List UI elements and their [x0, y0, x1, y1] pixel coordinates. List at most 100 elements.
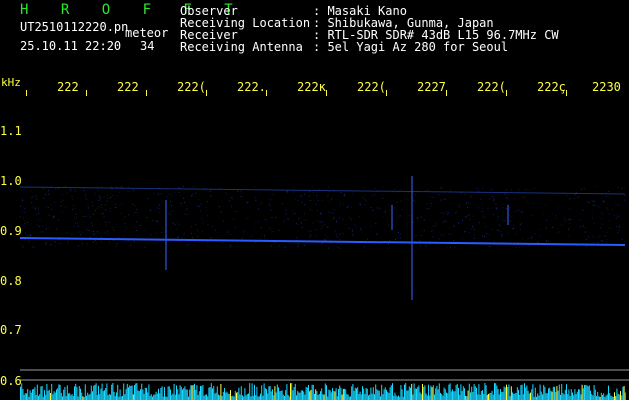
amplitude-bar [573, 395, 575, 400]
amplitude-bar [161, 386, 163, 400]
amplitude-bar [101, 383, 103, 400]
noise-speck [424, 244, 426, 246]
noise-speck [74, 218, 76, 220]
noise-speck [492, 196, 494, 197]
noise-speck [497, 219, 499, 221]
noise-speck [321, 244, 323, 245]
noise-speck [377, 207, 379, 209]
noise-speck [34, 208, 36, 210]
noise-speck [424, 230, 426, 232]
amplitude-bar [197, 395, 199, 400]
noise-speck [594, 186, 596, 188]
noise-speck [92, 241, 94, 243]
amplitude-bar [135, 383, 137, 400]
amplitude-bar [93, 385, 95, 400]
noise-speck [54, 201, 56, 203]
noise-speck [359, 203, 361, 205]
amplitude-bar [281, 390, 283, 400]
noise-speck [363, 246, 365, 248]
noise-speck [315, 229, 317, 231]
amplitude-bar [190, 385, 192, 400]
noise-speck [123, 241, 125, 242]
noise-speck [586, 201, 588, 203]
noise-speck [190, 226, 192, 228]
noise-speck [102, 213, 104, 215]
amplitude-bar [480, 391, 482, 400]
amplitude-bar [172, 393, 174, 400]
amplitude-bar [464, 388, 465, 400]
noise-speck [298, 218, 300, 219]
amplitude-bar [171, 395, 173, 400]
noise-speck [528, 245, 530, 247]
amplitude-bar [419, 392, 421, 400]
amplitude-bar [226, 391, 228, 400]
noise-speck [89, 216, 91, 218]
noise-speck [159, 211, 161, 213]
amplitude-bar [46, 384, 48, 400]
amplitude-bar [236, 392, 237, 400]
noise-speck [297, 200, 299, 202]
noise-speck [443, 213, 445, 214]
amplitude-bar [543, 384, 545, 400]
noise-speck [316, 235, 317, 237]
amplitude-bar [282, 394, 284, 400]
noise-speck [47, 190, 49, 192]
noise-speck [600, 217, 602, 219]
noise-speck [534, 187, 536, 189]
noise-speck [70, 189, 72, 191]
amplitude-bar [225, 392, 227, 400]
noise-speck [116, 223, 118, 225]
noise-speck [181, 237, 183, 239]
noise-speck [24, 208, 26, 210]
noise-speck [102, 196, 104, 198]
noise-speck [321, 225, 323, 227]
noise-speck [341, 244, 343, 245]
noise-speck [359, 216, 360, 218]
amplitude-bar [45, 394, 47, 400]
noise-speck [576, 245, 578, 247]
amplitude-bar [432, 385, 434, 400]
amplitude-bar [404, 384, 405, 400]
amplitude-bar [422, 384, 423, 400]
amplitude-bar [48, 389, 50, 400]
noise-speck [501, 233, 503, 235]
noise-speck [355, 226, 357, 228]
noise-speck [565, 220, 567, 222]
noise-speck [599, 227, 601, 229]
amplitude-bar [56, 389, 57, 400]
amplitude-bar [222, 391, 224, 400]
noise-speck [269, 199, 271, 201]
amplitude-bar [153, 394, 155, 400]
amplitude-bar [108, 394, 110, 400]
noise-speck [594, 222, 596, 224]
noise-speck [34, 195, 36, 197]
amplitude-bar [213, 385, 215, 400]
noise-speck [303, 213, 305, 215]
time-tick: 222( [177, 80, 206, 94]
spectrogram [19, 176, 629, 400]
noise-speck [374, 188, 376, 190]
noise-speck [426, 208, 428, 210]
noise-speck [600, 240, 602, 242]
amplitude-bar [296, 395, 297, 400]
amplitude-bar [119, 389, 121, 400]
noise-speck [344, 195, 346, 197]
amplitude-bar [272, 389, 273, 400]
noise-speck [241, 237, 243, 239]
noise-speck [597, 237, 599, 238]
amplitude-bar [596, 396, 597, 400]
amplitude-bar [143, 393, 145, 400]
noise-speck [187, 207, 188, 209]
noise-speck [444, 233, 445, 235]
amplitude-bar [82, 396, 84, 400]
noise-speck [613, 214, 615, 216]
noise-speck [255, 241, 257, 243]
noise-speck [136, 209, 138, 211]
amplitude-bar [40, 386, 42, 400]
amplitude-bar [327, 396, 329, 400]
noise-speck [527, 238, 529, 240]
noise-speck [450, 247, 451, 249]
amplitude-bar [338, 389, 339, 400]
noise-speck [492, 213, 494, 215]
amplitude-bar [520, 385, 522, 400]
